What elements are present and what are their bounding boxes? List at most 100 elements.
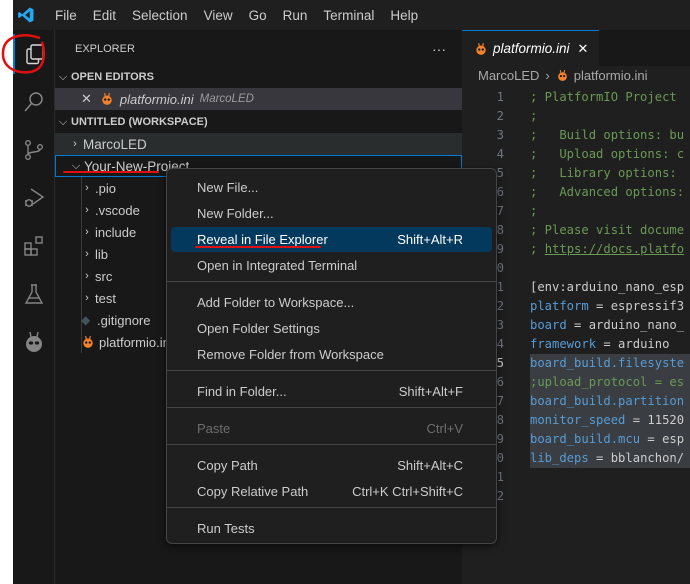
menu-run[interactable]: Run (275, 8, 316, 23)
close-icon[interactable]: ✕ (81, 91, 92, 107)
line-text: board_build.mcu = esp (530, 430, 690, 449)
code-token: = arduino_nano_ (566, 318, 685, 332)
title-bar: File Edit Selection View Go Run Terminal… (13, 0, 690, 30)
menu-separator (167, 444, 496, 445)
menu-view[interactable]: View (196, 8, 241, 23)
menu-separator (167, 370, 496, 371)
code-token: board_build.mcu (530, 432, 641, 446)
menu-help[interactable]: Help (382, 8, 426, 23)
chevron-down-icon: ⌵ (58, 115, 68, 128)
chevron-right-icon: › (85, 248, 89, 260)
code-line[interactable]: 1 ; PlatformIO Project (462, 88, 690, 107)
menu-item-open-folder-settings[interactable]: Open Folder Settings (171, 316, 492, 341)
line-text: monitor_speed = 11520 (530, 411, 690, 430)
menu-file[interactable]: File (47, 8, 85, 23)
chevron-right-icon: › (85, 292, 89, 304)
git-file-icon: ◆ (81, 313, 91, 327)
line-text: ; Library options: (530, 164, 684, 183)
platformio-icon[interactable] (13, 322, 54, 362)
code-token: = 11520 (625, 413, 685, 427)
code-token: ; Library options: (530, 166, 685, 180)
line-text: framework = arduino (530, 335, 669, 354)
workspace-header[interactable]: ⌵ UNTITLED (WORKSPACE) (55, 111, 462, 133)
code-token: = arduino (596, 337, 670, 351)
code-token: ; PlatformIO Project (530, 90, 685, 104)
activity-bar (13, 30, 54, 584)
menu-item-copy-path[interactable]: Copy Path Shift+Alt+C (171, 453, 492, 478)
menu-terminal[interactable]: Terminal (315, 8, 382, 23)
line-text: [env:arduino_nano_esp (530, 278, 684, 297)
menu-item-add-folder-to-workspace[interactable]: Add Folder to Workspace... (171, 290, 492, 315)
platformio-file-icon (476, 42, 486, 55)
code-line[interactable]: 2; (462, 107, 690, 126)
menu-item-run-tests[interactable]: Run Tests (171, 516, 492, 541)
line-text: board_build.filesyste (530, 354, 690, 373)
menu-separator (167, 281, 496, 282)
line-text: ; (530, 107, 537, 126)
line-number: 2 (496, 109, 504, 123)
extensions-icon[interactable] (13, 226, 54, 266)
code-token: lib_deps (530, 451, 589, 465)
platformio-file-icon (102, 93, 112, 105)
breadcrumb-file[interactable]: platformio.ini (574, 68, 648, 83)
code-line[interactable]: 3 ; Build options: bu (462, 126, 690, 145)
testing-icon[interactable] (13, 274, 54, 314)
line-text: ; PlatformIO Project (530, 88, 684, 107)
code-token: platform (530, 299, 589, 313)
folder-marcoled[interactable]: › MarcoLED (55, 133, 462, 155)
code-token: board_build.partition (530, 394, 685, 408)
explorer-title: EXPLORER (75, 43, 135, 55)
source-control-icon[interactable] (13, 130, 54, 170)
line-text: ; Upload options: c (530, 145, 684, 164)
menu-item-new-file[interactable]: New File... (171, 175, 492, 200)
platformio-file-icon (557, 69, 567, 81)
breadcrumb-folder[interactable]: MarcoLED (478, 68, 539, 83)
code-token: ; Please visit docume (530, 223, 685, 237)
code-token: ; Advanced options: (530, 185, 685, 199)
code-token: ; (530, 242, 545, 256)
menu-go[interactable]: Go (241, 8, 275, 23)
close-tab-icon[interactable]: ✕ (578, 41, 589, 57)
line-text: ; Please visit docume (530, 221, 684, 240)
code-token: ;upload_protocol = es (530, 375, 685, 389)
open-editors-header[interactable]: ⌵ OPEN EDITORS (55, 66, 462, 88)
menu-item-copy-relative-path[interactable]: Copy Relative Path Ctrl+K Ctrl+Shift+C (171, 479, 492, 504)
more-actions-button[interactable]: ··· (432, 41, 446, 57)
line-text: lib_deps = bblanchon/ (530, 449, 690, 468)
open-editor-item[interactable]: ✕ platformio.ini MarcoLED (55, 88, 462, 110)
line-text: ;upload_protocol = es (530, 373, 690, 392)
menu-item-open-in-terminal[interactable]: Open in Integrated Terminal (171, 253, 492, 278)
code-token: ; Build options: bu (530, 128, 685, 142)
code-token: = espressif3 (588, 299, 685, 313)
menu-item-find-in-folder[interactable]: Find in Folder... Shift+Alt+F (171, 379, 492, 404)
code-token: framework (530, 337, 597, 351)
menu-selection[interactable]: Selection (124, 8, 196, 23)
menu-item-reveal-in-file-explorer[interactable]: Reveal in File Explorer Shift+Alt+R (171, 227, 492, 252)
code-line[interactable]: 4 ; Upload options: c (462, 145, 690, 164)
chevron-right-icon: › (85, 204, 89, 216)
tab-platformio-ini[interactable]: platformio.ini ✕ (462, 30, 599, 66)
annotation-underline (63, 171, 159, 173)
code-token: = esp (640, 432, 685, 446)
run-debug-icon[interactable] (13, 178, 54, 218)
breadcrumb: MarcoLED › platformio.ini (478, 68, 647, 83)
menu-edit[interactable]: Edit (85, 8, 124, 23)
line-number: 1 (496, 90, 504, 104)
chevron-right-icon: › (85, 226, 89, 238)
search-icon[interactable] (13, 82, 54, 122)
code-token: ; (530, 204, 538, 218)
line-text: platform = espressif3 (530, 297, 684, 316)
code-token: https://docs.platfo (544, 242, 685, 256)
line-text: ; Advanced options: (530, 183, 684, 202)
menu-separator (167, 407, 496, 408)
menu-item-new-folder[interactable]: New Folder... (171, 201, 492, 226)
menu-item-remove-folder[interactable]: Remove Folder from Workspace (171, 342, 492, 367)
line-text: ; (530, 202, 537, 221)
annotation-underline (195, 246, 321, 248)
chevron-down-icon: ⌵ (58, 70, 68, 83)
menu-item-paste[interactable]: Paste Ctrl+V (171, 416, 492, 441)
line-text: ; Build options: bu (530, 126, 684, 145)
code-token: [env:arduino_nano_esp (530, 280, 685, 294)
code-token: board (530, 318, 567, 332)
line-number: 4 (496, 147, 504, 161)
